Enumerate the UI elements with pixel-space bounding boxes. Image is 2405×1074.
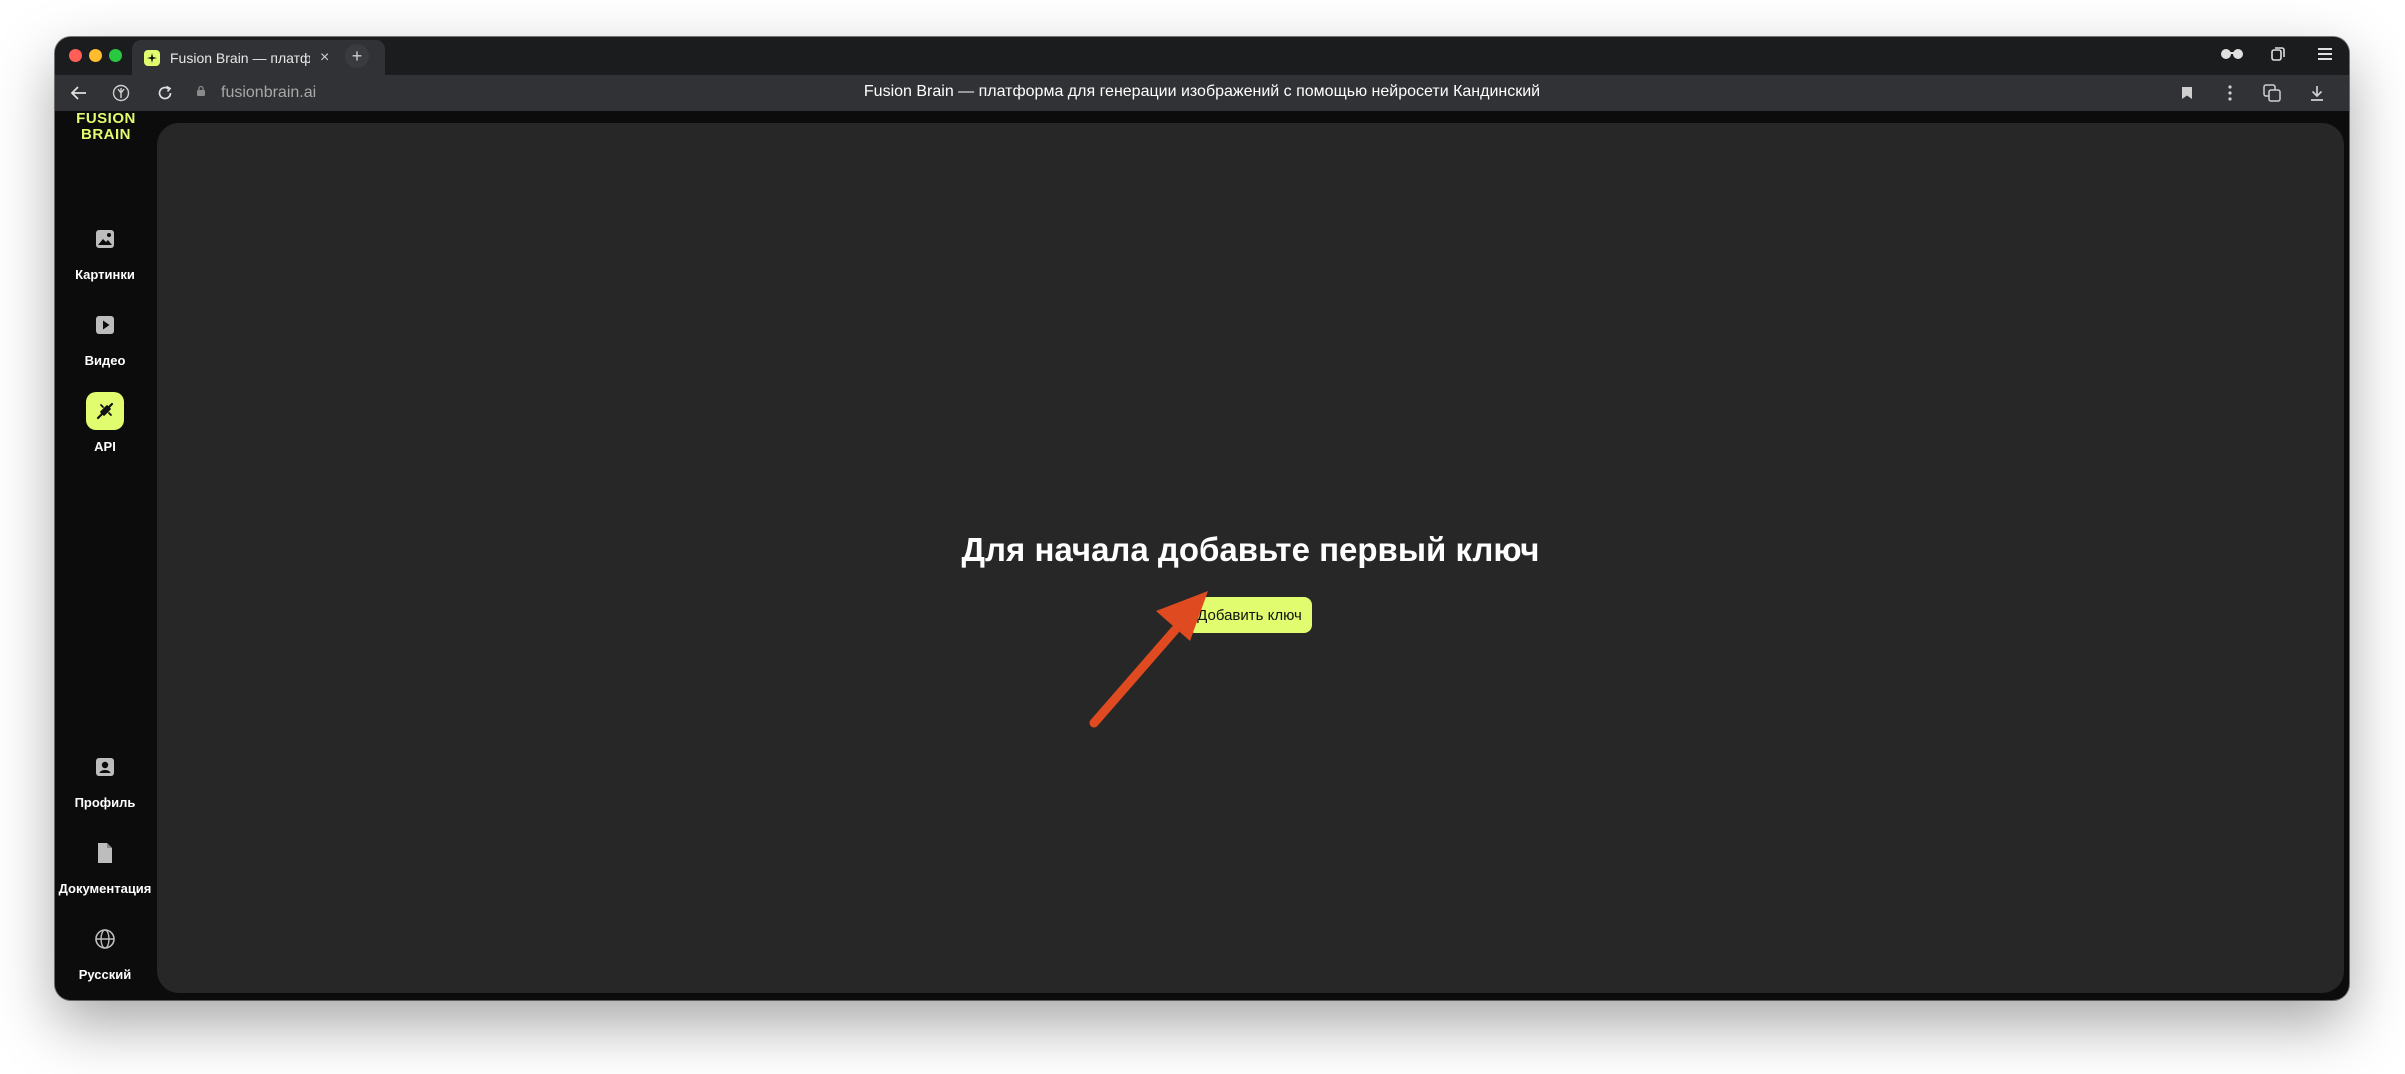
main-content: Для начала добавьте первый ключ Добавить… bbox=[157, 123, 2344, 993]
tab-close-icon[interactable]: × bbox=[320, 49, 329, 66]
tabs-overview-icon[interactable] bbox=[2270, 46, 2286, 68]
browser-window: Fusion Brain — платформа для генерации и… bbox=[55, 37, 2349, 1000]
sidebar-item-label: Русский bbox=[78, 967, 132, 982]
browser-toolbar: fusionbrain.ai Fusion Brain — платформа … bbox=[55, 75, 2349, 111]
plug-icon bbox=[86, 392, 124, 430]
sidebar-item-label: Видео bbox=[84, 353, 126, 368]
play-icon bbox=[86, 306, 124, 344]
profile-icon bbox=[86, 748, 124, 786]
bookmark-icon[interactable] bbox=[2175, 81, 2199, 105]
new-tab-button[interactable]: + bbox=[345, 44, 369, 68]
sidebar-item-label: API bbox=[94, 439, 116, 454]
fusion-brain-favicon-icon bbox=[144, 49, 160, 66]
sidebar-item-label: Документация bbox=[58, 881, 152, 896]
add-key-button[interactable]: Добавить ключ bbox=[1187, 597, 1312, 633]
glasses-icon[interactable] bbox=[2220, 46, 2244, 66]
maximize-window-button[interactable] bbox=[109, 49, 122, 62]
download-icon[interactable] bbox=[2305, 81, 2329, 105]
document-icon bbox=[86, 834, 124, 872]
fusion-brain-logo[interactable]: FUSION BRAIN bbox=[76, 111, 136, 143]
close-window-button[interactable] bbox=[69, 49, 82, 62]
translate-icon[interactable] bbox=[2260, 81, 2284, 105]
sidebar-item-video[interactable]: Видео bbox=[55, 306, 155, 368]
more-options-icon[interactable] bbox=[2218, 81, 2242, 105]
empty-state-title: Для начала добавьте первый ключ bbox=[961, 531, 1540, 568]
sidebar-item-documentation[interactable]: Документация bbox=[55, 834, 155, 896]
sidebar-item-label: Картинки bbox=[75, 267, 135, 282]
sidebar-item-images[interactable]: Картинки bbox=[55, 220, 155, 282]
tab-title: Fusion Brain — платформа для генерации и… bbox=[170, 49, 310, 66]
globe-icon bbox=[86, 920, 124, 958]
sidebar-item-label: Профиль bbox=[74, 795, 136, 810]
image-icon bbox=[86, 220, 124, 258]
sidebar-item-profile[interactable]: Профиль bbox=[55, 748, 155, 810]
sidebar-item-language[interactable]: Русский bbox=[55, 920, 155, 982]
tab-strip: Fusion Brain — платформа для генерации и… bbox=[55, 37, 2349, 75]
minimize-window-button[interactable] bbox=[89, 49, 102, 62]
page-title: Fusion Brain — платформа для генерации и… bbox=[863, 83, 1541, 100]
sidebar-item-api[interactable]: API bbox=[55, 392, 155, 454]
menu-icon[interactable] bbox=[2318, 46, 2332, 66]
